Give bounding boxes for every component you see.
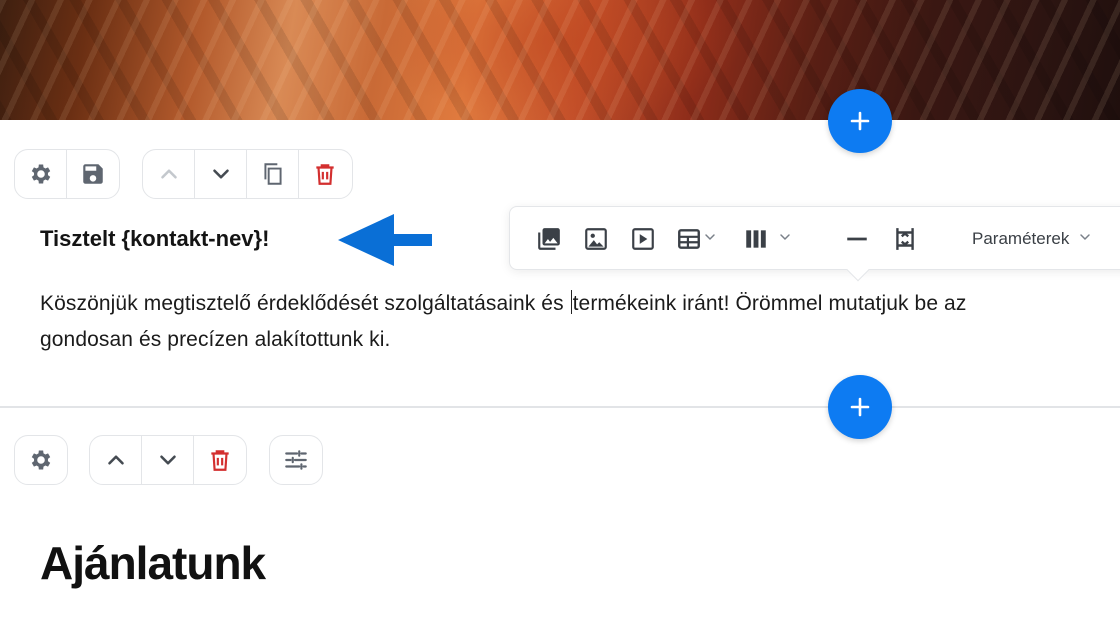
- paragraph-line-1: Köszönjük megtisztelő érdeklődését szolg…: [40, 286, 1120, 322]
- plus-icon: [850, 111, 870, 131]
- add-block-button-top[interactable]: [828, 89, 892, 153]
- delete-button[interactable]: [299, 150, 351, 198]
- sliders-icon: [285, 450, 307, 470]
- chevron-up-icon: [107, 455, 124, 465]
- table-icon: [678, 229, 700, 249]
- insert-columns-button[interactable]: [743, 225, 793, 253]
- insert-table-button[interactable]: [676, 225, 718, 253]
- image-icon: [585, 228, 607, 250]
- block-settings-group: [14, 149, 120, 199]
- settings-button[interactable]: [15, 436, 67, 484]
- save-disk-icon: [83, 164, 103, 184]
- spacer-icon: [896, 228, 914, 250]
- trash-icon: [316, 164, 334, 185]
- video-icon: [632, 228, 654, 250]
- offer-heading[interactable]: Ajánlatunk: [40, 536, 266, 590]
- gallery-icon: [538, 228, 560, 250]
- block-divider: [0, 406, 1120, 408]
- move-up-button[interactable]: [143, 150, 195, 198]
- block2-options-group: [269, 435, 323, 485]
- insert-spacer-button[interactable]: [892, 225, 918, 253]
- move-down-button[interactable]: [195, 150, 247, 198]
- block-options-button[interactable]: [270, 436, 322, 484]
- greeting-heading[interactable]: Tisztelt {kontakt-nev}!: [40, 226, 269, 252]
- trash-icon: [211, 450, 229, 471]
- move-up-button[interactable]: [90, 436, 142, 484]
- gear-icon: [31, 164, 50, 184]
- insert-video-button[interactable]: [630, 225, 656, 253]
- plus-icon: [850, 397, 870, 417]
- copy-icon: [263, 163, 282, 185]
- chevron-up-icon: [160, 169, 177, 179]
- chevron-down-icon: [1077, 229, 1093, 250]
- gear-icon: [31, 450, 51, 470]
- move-down-button[interactable]: [142, 436, 194, 484]
- text-caret: [570, 290, 572, 314]
- delete-button[interactable]: [194, 436, 246, 484]
- insert-gallery-button[interactable]: [536, 225, 562, 253]
- paragraph-line-2: gondosan és precízen alakítottunk ki.: [40, 328, 391, 351]
- toolbar-pointer: [846, 258, 870, 282]
- chevron-down-icon: [212, 169, 229, 179]
- block-actions-group: [142, 149, 353, 199]
- format-toolbar: Paraméterek: [509, 206, 1120, 282]
- arrow-left-icon: [338, 214, 432, 266]
- columns-icon: [746, 230, 766, 248]
- intro-paragraph[interactable]: Köszönjük megtisztelő érdeklődését szolg…: [40, 286, 1120, 358]
- chevron-down-icon: [159, 455, 176, 465]
- chevron-down-icon: [777, 229, 793, 250]
- duplicate-button[interactable]: [247, 150, 299, 198]
- paragraph-text-part: Köszönjük megtisztelő érdeklődését szolg…: [40, 292, 570, 315]
- insert-divider-button[interactable]: [844, 225, 870, 253]
- paragraph-text-part: termékeink iránt! Örömmel mutatjuk be az: [572, 292, 967, 315]
- add-block-button-middle[interactable]: [828, 375, 892, 439]
- settings-button[interactable]: [15, 150, 67, 198]
- parameters-label: Paraméterek: [972, 229, 1070, 248]
- block2-settings-group: [14, 435, 68, 485]
- insert-image-button[interactable]: [583, 225, 609, 253]
- block2-actions-group: [89, 435, 247, 485]
- chevron-down-icon: [702, 229, 718, 250]
- hero-image: [0, 0, 1120, 120]
- parameters-dropdown[interactable]: Paraméterek: [972, 225, 1093, 253]
- horizontal-line-icon: [847, 237, 867, 241]
- save-button[interactable]: [67, 150, 119, 198]
